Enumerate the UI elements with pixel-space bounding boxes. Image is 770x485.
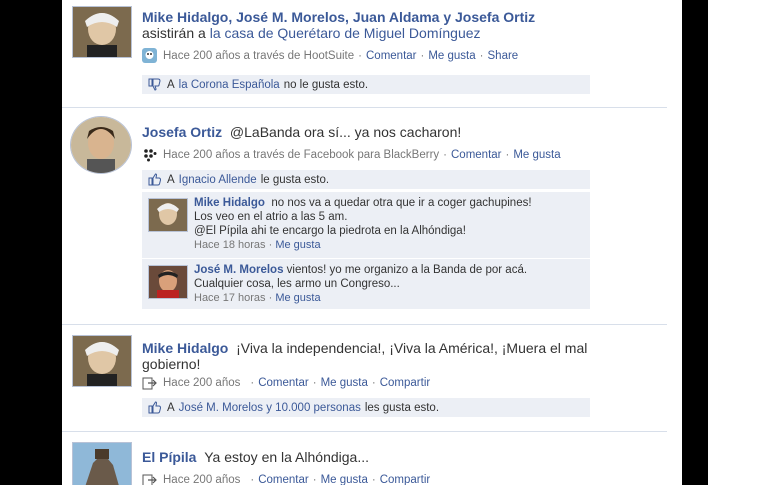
reaction-prefix: A [167, 173, 175, 186]
post-author[interactable]: Mike Hidalgo, José M. Morelos, Juan Alda… [142, 9, 535, 25]
separator-dot: · [312, 473, 317, 485]
comment-line: no nos va a quedar otra que ir a coger g… [271, 197, 532, 209]
comment-text: Mike Hidalgo no nos va a quedar otra que… [194, 196, 584, 238]
post-meta: Hace 200 años · Comentar · Me gusta · Co… [142, 472, 430, 485]
share-link[interactable]: Compartir [380, 474, 430, 485]
comment-author[interactable]: José M. Morelos [194, 264, 283, 276]
right-panel [708, 0, 770, 485]
post-meta: Hace 200 años a través de HootSuite · Co… [142, 48, 518, 63]
comment-time: Hace 18 horas [194, 239, 266, 251]
like-link[interactable]: Me gusta [321, 474, 368, 485]
comment-author[interactable]: Mike Hidalgo [194, 197, 265, 209]
separator-dot: · [312, 376, 317, 389]
post-text: Mike Hidalgo ¡Viva la independencia!, ¡V… [142, 340, 642, 372]
reaction-text: les gusta esto. [364, 401, 440, 414]
reaction-summary: A Ignacio Allende le gusta esto. [142, 170, 590, 189]
thumbs-up-icon [148, 401, 161, 414]
thumbs-down-icon [148, 78, 161, 91]
comment: Mike Hidalgo no nos va a quedar otra que… [142, 191, 590, 258]
comment-line: Los veo en el atrio a las 5 am. [194, 211, 348, 223]
post-divider [62, 431, 667, 432]
post-time: Hace 200 años a través de Facebook para … [163, 148, 440, 161]
thumbs-up-icon [148, 173, 161, 186]
comment-time: Hace 17 horas [194, 292, 266, 304]
post-meta: Hace 200 años · Comentar · Me gusta · Co… [142, 375, 430, 390]
reaction-prefix: A [167, 78, 175, 91]
comment-like-link[interactable]: Me gusta [275, 292, 320, 304]
reaction-actor-link[interactable]: Ignacio Allende [179, 174, 257, 186]
comment-avatar[interactable] [148, 265, 188, 299]
comment-link[interactable]: Comentar [366, 50, 417, 62]
post-time: Hace 200 años [163, 376, 241, 389]
post-text-prefix: asistirán a [142, 25, 210, 41]
avatar[interactable] [72, 335, 132, 387]
screenshot-frame: Mike Hidalgo, José M. Morelos, Juan Alda… [0, 0, 770, 485]
comment-text: José M. Morelos vientos! yo me organizo … [194, 263, 584, 291]
comment-link[interactable]: Comentar [258, 474, 309, 485]
reaction-prefix: A [167, 401, 175, 414]
news-feed: Mike Hidalgo, José M. Morelos, Juan Alda… [62, 0, 682, 485]
avatar[interactable] [72, 442, 132, 485]
comment-meta: Hace 18 horas · Me gusta [194, 239, 321, 251]
separator-dot: · [420, 49, 425, 62]
post-divider [62, 107, 667, 108]
post-body: @LaBanda ora sí... ya nos cacharon! [229, 124, 462, 140]
separator-dot: · [371, 376, 376, 389]
avatar[interactable] [72, 6, 132, 58]
reaction-text: le gusta esto. [260, 173, 330, 186]
blackberry-icon [144, 149, 157, 162]
share-link[interactable]: Compartir [380, 377, 430, 389]
comment-line: Cualquier cosa, les armo un Congreso... [194, 278, 400, 290]
share-icon [142, 377, 157, 390]
reaction-actor-link[interactable]: José M. Morelos y 10.000 personas [179, 402, 361, 414]
place-link[interactable]: la casa de Querétaro de Miguel Domínguez [210, 25, 481, 41]
comment: José M. Morelos vientos! yo me organizo … [142, 258, 590, 309]
hootsuite-icon [142, 48, 157, 63]
separator-dot: · [371, 473, 376, 485]
post-divider [62, 324, 667, 325]
reaction-summary: A la Corona Española no le gusta esto. [142, 75, 590, 94]
reaction-text: no le gusta esto. [283, 78, 369, 91]
post-time: Hace 200 años [163, 473, 241, 485]
comment-link[interactable]: Comentar [451, 149, 502, 161]
post-author[interactable]: El Pípila [142, 449, 196, 465]
separator-dot: · [479, 49, 484, 62]
comment-line: @El Pípila ahi te encargo la piedrota en… [194, 225, 466, 237]
post-time: Hace 200 años a través de HootSuite [163, 49, 355, 62]
reaction-actor-link[interactable]: la Corona Española [179, 79, 280, 91]
separator-dot: · [250, 473, 255, 485]
comment-link[interactable]: Comentar [258, 377, 309, 389]
post-author[interactable]: Mike Hidalgo [142, 340, 228, 356]
comment-avatar[interactable] [148, 198, 188, 232]
comment-meta: Hace 17 horas · Me gusta [194, 292, 321, 304]
comment-like-link[interactable]: Me gusta [275, 239, 320, 251]
share-icon [142, 474, 157, 485]
share-link[interactable]: Share [488, 50, 519, 62]
like-link[interactable]: Me gusta [513, 149, 560, 161]
post-author[interactable]: Josefa Ortiz [142, 124, 222, 140]
reaction-summary: A José M. Morelos y 10.000 personas les … [142, 398, 590, 417]
post-text: El Pípila Ya estoy en la Alhóndiga... [142, 449, 642, 465]
post-text: Josefa Ortiz @LaBanda ora sí... ya nos c… [142, 124, 642, 140]
post-body: Ya estoy en la Alhóndiga... [204, 449, 369, 465]
separator-dot: · [443, 148, 447, 161]
post-meta: Hace 200 años a través de Facebook para … [142, 147, 561, 162]
separator-dot: · [505, 148, 510, 161]
post-text: Mike Hidalgo, José M. Morelos, Juan Alda… [142, 9, 642, 41]
avatar[interactable] [70, 116, 132, 174]
separator-dot: · [358, 49, 362, 62]
comment-line: vientos! yo me organizo a la Banda de po… [286, 264, 528, 276]
like-link[interactable]: Me gusta [321, 377, 368, 389]
separator-dot: · [250, 376, 255, 389]
like-link[interactable]: Me gusta [428, 50, 475, 62]
